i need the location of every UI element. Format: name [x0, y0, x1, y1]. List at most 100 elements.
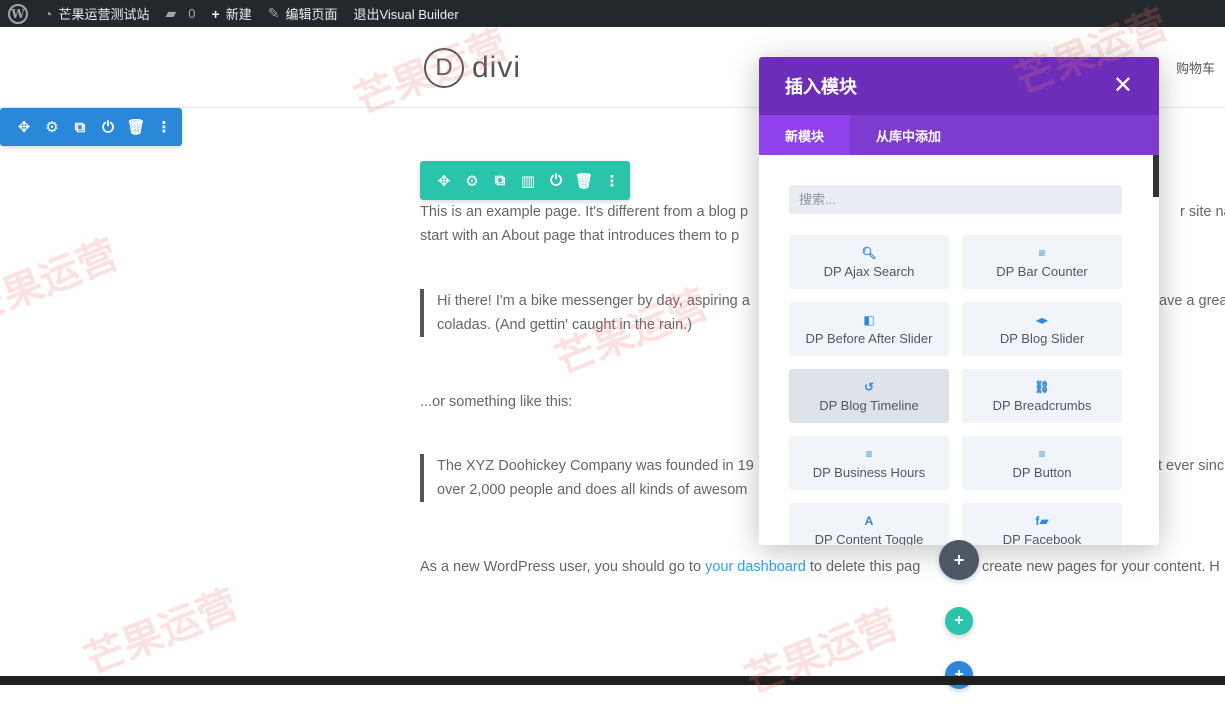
modal-header: 插入模块 ✕ [759, 57, 1159, 115]
blockquote-2-line-2: over 2,000 people and does all kinds of … [437, 482, 748, 498]
comments-count: 0 [188, 6, 196, 21]
module-label: DP Bar Counter [996, 264, 1088, 279]
modal-tabs: 新模块 从库中添加 [759, 115, 1159, 155]
site-name-menu[interactable]: ◔ 芒果运营测试站 [36, 0, 157, 27]
module-ajax-search[interactable]: 🔍︎ DP Ajax Search [789, 235, 949, 289]
module-label: DP Content Toggle [814, 532, 924, 545]
settings-icon[interactable]: ⚙ [38, 108, 66, 146]
module-label: DP Facebook [1002, 532, 1082, 545]
paragraph-3-right: create new pages for your content. H [982, 559, 1220, 575]
tab-add-from-library[interactable]: 从库中添加 [850, 115, 967, 155]
module-label: DP Business Hours [812, 465, 926, 480]
move-icon[interactable]: ✥ [10, 108, 38, 146]
cart-link[interactable]: 购物车 [1176, 58, 1215, 77]
more-icon[interactable]: ⋮ [150, 108, 178, 146]
row-toolbar: ✥ ⚙ ⧉ ⏻ 🗑︎ ⋮ [0, 108, 182, 146]
module-label: DP Button [1012, 465, 1072, 480]
module-label: DP Before After Slider [805, 331, 933, 346]
module-bar-counter[interactable]: ≡ DP Bar Counter [962, 235, 1122, 289]
text-icon: A [864, 514, 874, 528]
paragraph-3: As a new WordPress user, you should go t… [420, 555, 920, 579]
duplicate-icon[interactable]: ⧉ [66, 108, 94, 146]
module-before-after-slider[interactable]: ◧ DP Before After Slider [789, 302, 949, 356]
comments-menu[interactable]: ▰ 0 [157, 0, 203, 27]
new-content-menu[interactable]: + 新建 [204, 0, 260, 27]
logo-letter: D [424, 48, 464, 88]
before-after-icon: ◧ [863, 313, 875, 327]
edit-page-menu[interactable]: ✎ 编辑页面 [260, 0, 346, 27]
close-icon[interactable]: ✕ [1113, 74, 1133, 98]
paragraph-1-line-1-right: r site navi [1180, 204, 1225, 220]
more-icon[interactable]: ⋮ [598, 162, 626, 200]
menu-icon: ≡ [1038, 447, 1046, 461]
new-label: 新建 [225, 7, 252, 22]
add-row-button[interactable]: + [945, 607, 973, 635]
comment-icon: ▰ [165, 5, 177, 21]
tab-new-module[interactable]: 新模块 [759, 115, 851, 155]
watermark: 芒果运营 [0, 232, 124, 334]
insert-module-modal: 插入模块 ✕ 新模块 从库中添加 🔍︎ DP Ajax Search ≡ DP … [759, 57, 1159, 545]
divi-logo[interactable]: D divi [424, 48, 521, 88]
wordpress-icon: W [8, 3, 28, 24]
link-icon: ⛓ [1034, 380, 1050, 394]
modal-title: 插入模块 [785, 77, 857, 97]
logo-word: divi [472, 51, 522, 84]
footer-bar [0, 676, 1225, 685]
module-label: DP Blog Slider [999, 331, 1085, 346]
module-label: DP Blog Timeline [819, 398, 919, 413]
menu-icon: ≡ [865, 447, 873, 461]
blockquote-2-line-1: The XYZ Doohickey Company was founded in… [437, 458, 754, 474]
wp-logo-menu[interactable]: W [0, 0, 36, 27]
module-button[interactable]: ≡ DP Button [962, 436, 1122, 490]
module-grid: 🔍︎ DP Ajax Search ≡ DP Bar Counter ◧ DP … [789, 235, 1122, 545]
module-label: DP Ajax Search [823, 264, 915, 279]
paragraph-2: ...or something like this: [420, 394, 573, 410]
paragraph-3-text-after: to delete this pag [805, 559, 921, 575]
slider-arrows-icon: ◂▸ [1035, 313, 1049, 327]
exit-visual-builder-menu[interactable]: 退出Visual Builder [345, 0, 466, 27]
module-business-hours[interactable]: ≡ DP Business Hours [789, 436, 949, 490]
blockquote-2: The XYZ Doohickey Company was founded in… [420, 454, 754, 502]
columns-icon[interactable]: ▥ [514, 162, 542, 200]
bar-counter-icon: ≡ [1038, 246, 1046, 260]
power-icon[interactable]: ⏻ [94, 108, 122, 146]
settings-icon[interactable]: ⚙ [458, 162, 486, 200]
module-content-toggle[interactable]: A DP Content Toggle [789, 503, 949, 545]
paragraph-1-line-2: start with an About page that introduces… [420, 228, 740, 244]
history-icon: ↺ [863, 380, 875, 394]
watermark: 芒果运营 [739, 602, 904, 704]
module-toolbar: ✥ ⚙ ⧉ ▥ ⏻ 🗑︎ ⋮ [420, 161, 630, 200]
dashboard-icon: ◔ [44, 5, 53, 22]
site-name-label: 芒果运营测试站 [58, 7, 150, 22]
blockquote-1: Hi there! I'm a bike messenger by day, a… [420, 289, 750, 337]
exit-visual-builder-label: 退出Visual Builder [353, 7, 459, 22]
wp-admin-bar: W ◔ 芒果运营测试站 ▰ 0 + 新建 ✎ 编辑页面 退出Visual Bui… [0, 0, 1225, 27]
move-icon[interactable]: ✥ [430, 162, 458, 200]
watermark: 芒果运营 [79, 582, 244, 684]
module-label: DP Breadcrumbs [992, 398, 1092, 413]
duplicate-icon[interactable]: ⧉ [486, 162, 514, 200]
module-breadcrumbs[interactable]: ⛓ DP Breadcrumbs [962, 369, 1122, 423]
modal-body: 🔍︎ DP Ajax Search ≡ DP Bar Counter ◧ DP … [759, 155, 1159, 545]
trash-icon[interactable]: 🗑︎ [570, 162, 598, 200]
edit-page-label: 编辑页面 [285, 7, 338, 22]
dashboard-link[interactable]: your dashboard [705, 559, 806, 575]
module-blog-timeline[interactable]: ↺ DP Blog Timeline [789, 369, 949, 423]
blockquote-1-line-1-right: ave a grea [1159, 293, 1225, 309]
power-icon[interactable]: ⏻ [542, 162, 570, 200]
scrollbar[interactable] [1153, 155, 1159, 197]
module-facebook[interactable]: f▰ DP Facebook [962, 503, 1122, 545]
search-input[interactable] [789, 185, 1122, 214]
paragraph-3-text-before: As a new WordPress user, you should go t… [420, 559, 706, 575]
pencil-icon: ✎ [267, 5, 280, 21]
paragraph-1-line-1: This is an example page. It's different … [420, 204, 749, 220]
trash-icon[interactable]: 🗑︎ [122, 108, 150, 146]
blockquote-1-line-1: Hi there! I'm a bike messenger by day, a… [437, 293, 750, 309]
blockquote-1-line-2: coladas. (And gettin' caught in the rain… [437, 317, 693, 333]
search-icon: 🔍︎ [861, 246, 877, 260]
facebook-icon: f▰ [1035, 514, 1049, 528]
plus-icon: + [211, 5, 220, 22]
blockquote-2-line-1-right: t ever sinc [1158, 458, 1225, 474]
add-module-button[interactable]: + [939, 540, 979, 580]
module-blog-slider[interactable]: ◂▸ DP Blog Slider [962, 302, 1122, 356]
